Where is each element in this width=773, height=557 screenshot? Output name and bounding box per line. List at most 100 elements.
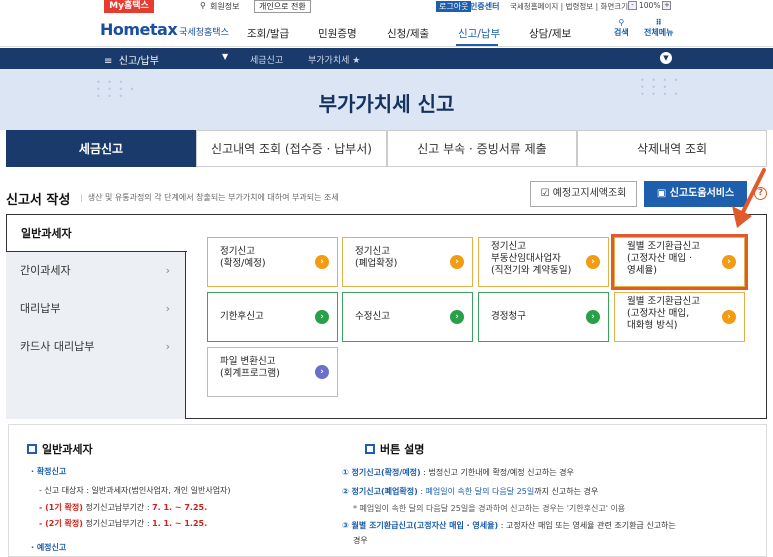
notice-tax-lookup-label: 예정고지세액조회 bbox=[552, 188, 627, 199]
taxpayer-side-menu: 일반과세자 간이과세자 › 대리납부 › 카드사 대리납부 › bbox=[6, 214, 187, 419]
side-item-proxy-payment[interactable]: 대리납부 › bbox=[6, 290, 186, 328]
card-file-conversion-report[interactable]: 파일 변환신고 (회계프로그램) › bbox=[207, 347, 338, 397]
top-utility-bar: My홈택스 ⚲ 회원정보 개인으로 전환 로그아웃 인증센터 국세청홈페이지 |… bbox=[0, 0, 773, 14]
chevron-right-icon: › bbox=[722, 310, 736, 324]
card-label: 경정청구 bbox=[491, 311, 526, 322]
cert-center-link[interactable]: 인증센터 bbox=[470, 1, 499, 12]
member-info-link[interactable]: 회원정보 bbox=[210, 1, 239, 12]
tab-deleted-history[interactable]: 삭제내역 조회 bbox=[577, 130, 767, 167]
nav-item-consult[interactable]: 상담/제보 bbox=[529, 26, 571, 41]
all-menu-button[interactable]: ⠿ 전체메뉴 bbox=[644, 18, 673, 38]
card-label: 정기신고 bbox=[355, 246, 390, 257]
notice-tax-lookup-button[interactable]: ☑ 예정고지세액조회 bbox=[530, 181, 637, 207]
card-label: 월별 조기환급신고 bbox=[627, 296, 700, 307]
chevron-right-icon: › bbox=[722, 255, 736, 269]
card-label: (확정/예정) bbox=[220, 258, 266, 269]
card-correction-claim[interactable]: 경정청구 › bbox=[478, 292, 609, 342]
card-regular-report[interactable]: 정기신고 (확정/예정) › bbox=[207, 237, 338, 287]
tab-tax-report[interactable]: 세금신고 bbox=[6, 130, 196, 167]
info-right-title: 버튼 설명 bbox=[365, 441, 424, 457]
breadcrumb-menu[interactable]: ≡ 신고/납부 bbox=[104, 52, 159, 67]
nav-item-apply[interactable]: 신청/제출 bbox=[387, 26, 429, 41]
search-button[interactable]: ⚲ 검색 bbox=[614, 18, 629, 38]
card-late-report[interactable]: 기한후신고 › bbox=[207, 292, 338, 342]
info-second-date: 1. 1. ~ 1.25. bbox=[152, 519, 208, 528]
side-item-card-proxy[interactable]: 카드사 대리납부 › bbox=[6, 328, 186, 366]
info-item-final-second: - (2기 확정) 정기신고납부기간 : 1. 1. ~ 1.25. bbox=[39, 518, 207, 529]
tab-report-history[interactable]: 신고내역 조회 (접수증 · 납부서) bbox=[196, 130, 387, 167]
info-desc-1-label: ① 정기신고(확정/예정) bbox=[342, 468, 421, 477]
card-label: 파일 변환신고 bbox=[220, 356, 276, 367]
side-item-label: 카드사 대리납부 bbox=[20, 340, 95, 353]
info-item-final-target: - 신고 대상자 : 일반과세자(법인사업자, 개인 일반사업자) bbox=[39, 486, 231, 495]
info-first-label: - (1기 확정) bbox=[39, 503, 83, 512]
card-label: 정기신고 bbox=[220, 246, 255, 257]
info-desc-3-label: ③ 월별 조기환급신고(고정자산 매입 · 영세율) bbox=[342, 521, 499, 530]
search-icon: ⚲ bbox=[618, 18, 625, 27]
search-label: 검색 bbox=[614, 28, 629, 37]
page-title: 부가가치세 신고 bbox=[318, 92, 455, 116]
nav-active-indicator bbox=[456, 44, 498, 46]
card-label: (고정자산 매입 · bbox=[627, 253, 693, 264]
card-label: (직전기와 계약동일) bbox=[491, 265, 572, 276]
util-links[interactable]: 국세청홈페이지 | 법령정보 | 화면크기 bbox=[510, 1, 628, 12]
person-switch-button[interactable]: 개인으로 전환 bbox=[254, 0, 311, 13]
info-second-label: - (2기 확정) bbox=[39, 519, 83, 528]
card-label: 수정신고 bbox=[355, 311, 390, 322]
info-desc-2-text-a: : 폐업일이 속한 달의 다음달 25일 bbox=[420, 487, 535, 496]
my-hometax-button[interactable]: My홈택스 bbox=[104, 0, 154, 13]
info-button-desc-3-cont: 경우 bbox=[353, 536, 368, 545]
card-label: 정기신고 bbox=[491, 241, 526, 252]
page-banner: • • • • • • • • • • • • • • • • • • • • • 부가… bbox=[0, 69, 773, 130]
member-icon[interactable]: ⚲ bbox=[200, 1, 206, 10]
square-icon bbox=[365, 444, 375, 454]
nav-item-certificate[interactable]: 민원증명 bbox=[318, 26, 357, 41]
side-item-simplified[interactable]: 간이과세자 › bbox=[6, 252, 186, 290]
info-item-final-first: - (1기 확정) 정기신고납부기간 : 7. 1. ~ 7.25. bbox=[39, 502, 207, 513]
all-menu-label: 전체메뉴 bbox=[644, 28, 674, 37]
hometax-logo[interactable]: Hometax 국세청홈택스 bbox=[100, 20, 229, 39]
section-title: 신고서 작성 bbox=[6, 193, 71, 208]
card-label: (회계프로그램) bbox=[220, 368, 280, 379]
info-button-desc-2: ② 정기신고(폐업확정) : 폐업일이 속한 달의 다음달 25일까지 신고하는… bbox=[342, 486, 598, 497]
breadcrumb-level2[interactable]: 세금신고 bbox=[250, 53, 283, 66]
info-right-title-text: 버튼 설명 bbox=[380, 443, 425, 456]
info-first-text: 정기신고납부기간 : bbox=[85, 503, 150, 512]
card-amended-report[interactable]: 수정신고 › bbox=[342, 292, 473, 342]
book-icon: ▣ bbox=[656, 188, 667, 199]
annotation-arrow-icon bbox=[732, 168, 766, 228]
side-item-label: 대리납부 bbox=[20, 302, 61, 315]
chevron-right-icon: › bbox=[315, 310, 329, 324]
card-monthly-refund-zero-rate[interactable]: 월별 조기환급신고 (고정자산 매입 · 영세율) › bbox=[614, 237, 745, 287]
zoom-plus-button[interactable]: + bbox=[662, 1, 672, 10]
side-item-general[interactable]: 일반과세자 bbox=[6, 214, 187, 252]
card-closure-report[interactable]: 정기신고 (폐업확정) › bbox=[342, 237, 473, 287]
breadcrumb-menu-label: 신고/납부 bbox=[118, 56, 159, 67]
info-button-desc-3: ③ 월별 조기환급신고(고정자산 매입 · 영세율) : 고정자산 매입 또는 … bbox=[342, 520, 676, 531]
chevron-right-icon: › bbox=[315, 255, 329, 269]
star-icon[interactable]: ★ bbox=[352, 56, 360, 66]
chevron-right-icon: › bbox=[315, 365, 329, 379]
report-type-grid: 정기신고 (확정/예정) › 정기신고 (폐업확정) › 정기신고 부동산임대사… bbox=[185, 214, 767, 419]
zoom-value: 100% bbox=[639, 1, 661, 10]
nav-item-report[interactable]: 신고/납부 bbox=[458, 26, 500, 41]
breadcrumb-level3[interactable]: 부가가치세 ★ bbox=[308, 53, 360, 66]
breadcrumb-level3-label: 부가가치세 bbox=[308, 56, 350, 66]
chevron-down-icon[interactable]: ▼ bbox=[660, 52, 672, 64]
zoom-minus-button[interactable]: - bbox=[628, 1, 637, 10]
breadcrumb: ≡ 신고/납부 ▼ 세금신고 부가가치세 ★ ▼ bbox=[0, 48, 773, 69]
section-description: 생산 및 유통과정의 각 단계에서 창출되는 부가가치에 대하여 부과되는 조세 bbox=[80, 192, 339, 203]
nav-item-lookup[interactable]: 조회/발급 bbox=[247, 26, 289, 41]
card-label: 기한후신고 bbox=[220, 311, 264, 322]
card-monthly-refund-interactive[interactable]: 월별 조기환급신고 (고정자산 매입, 대화형 방식) › bbox=[614, 292, 745, 342]
card-real-estate-report[interactable]: 정기신고 부동산임대사업자 (직전기와 계약동일) › bbox=[478, 237, 609, 287]
info-desc-1-text: : 법정신고 기한내에 확정/예정 신고하는 경우 bbox=[423, 468, 574, 477]
card-label: 영세율) bbox=[627, 265, 657, 276]
square-icon bbox=[27, 444, 37, 454]
chevron-right-icon: › bbox=[165, 302, 170, 315]
breadcrumb-dropdown-icon[interactable]: ▼ bbox=[222, 52, 228, 61]
tab-submit-docs[interactable]: 신고 부속 · 증빙서류 제출 bbox=[387, 130, 577, 167]
logout-button[interactable]: 로그아웃 bbox=[436, 1, 472, 12]
chevron-right-icon: › bbox=[586, 255, 600, 269]
info-first-date: 7. 1. ~ 7.25. bbox=[152, 503, 208, 512]
